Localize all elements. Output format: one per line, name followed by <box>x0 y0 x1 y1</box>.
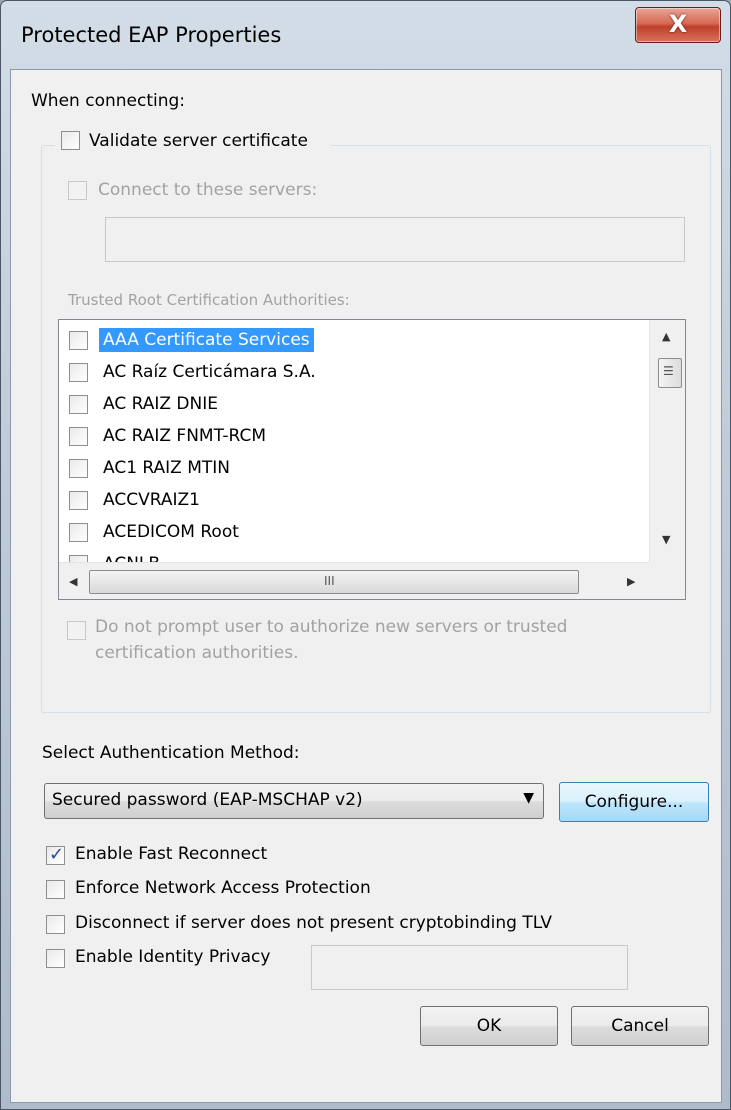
scroll-right-icon[interactable]: ▶ <box>627 575 635 588</box>
auth-method-select[interactable]: Secured password (EAP-MSCHAP v2) ▼ <box>44 783 544 819</box>
list-item-checkbox[interactable] <box>69 363 88 382</box>
list-item[interactable]: ACEDICOM Root <box>59 516 649 548</box>
horizontal-scroll-thumb[interactable]: III <box>89 570 579 594</box>
list-item-checkbox[interactable] <box>69 395 88 414</box>
ok-button[interactable]: OK <box>420 1006 558 1046</box>
list-item-label: ACEDICOM Root <box>103 522 239 542</box>
vertical-scrollbar[interactable]: ▲ ☰ ▼ <box>649 320 685 562</box>
list-item[interactable]: AC1 RAIZ MTIN <box>59 452 649 484</box>
nap-checkbox[interactable] <box>46 880 65 899</box>
identity-privacy-checkbox[interactable] <box>46 949 65 968</box>
list-item[interactable]: AC RAIZ FNMT-RCM <box>59 420 649 452</box>
no-prompt-label-line1: Do not prompt user to authorize new serv… <box>95 617 568 637</box>
list-item-checkbox[interactable] <box>69 427 88 446</box>
list-item-label: ACCVRAIZ1 <box>103 490 200 510</box>
grip-icon: III <box>324 574 335 588</box>
list-item-checkbox[interactable] <box>69 331 88 350</box>
connect-servers-checkbox[interactable] <box>68 181 87 200</box>
dialog-window: Protected EAP Properties X When connecti… <box>0 0 731 1110</box>
list-item-label: AC RAIZ DNIE <box>103 394 218 414</box>
no-prompt-label-line2: certification authorities. <box>95 643 299 663</box>
list-item-label: AC1 RAIZ MTIN <box>103 458 231 478</box>
grip-icon: ☰ <box>663 364 674 378</box>
list-item[interactable]: AC RAIZ DNIE <box>59 388 649 420</box>
validate-cert-label: Validate server certificate <box>89 131 308 151</box>
close-icon: X <box>668 10 688 38</box>
checkmark-icon: ✓ <box>49 844 65 865</box>
chevron-down-icon: ▼ <box>523 790 534 806</box>
list-item-label: AAA Certificate Services <box>99 328 314 352</box>
connect-servers-label: Connect to these servers: <box>98 180 318 200</box>
validate-cert-option[interactable]: Validate server certificate <box>55 127 331 157</box>
identity-privacy-label: Enable Identity Privacy <box>75 947 271 967</box>
nap-label: Enforce Network Access Protection <box>75 878 371 898</box>
cryptobinding-label: Disconnect if server does not present cr… <box>75 913 552 933</box>
validate-cert-checkbox[interactable] <box>61 131 80 150</box>
close-button[interactable]: X <box>635 7 721 43</box>
scroll-left-icon[interactable]: ◀ <box>69 575 77 588</box>
list-item-checkbox[interactable] <box>69 491 88 510</box>
list-item-label: AC Raíz Certicámara S.A. <box>103 362 316 382</box>
list-item-label: AC RAIZ FNMT-RCM <box>103 426 267 446</box>
connect-servers-input[interactable] <box>105 217 685 262</box>
list-item[interactable]: AAA Certificate Services <box>59 324 649 356</box>
horizontal-scrollbar[interactable]: ◀ III ▶ <box>59 562 649 599</box>
scroll-up-icon[interactable]: ▲ <box>662 330 670 343</box>
fast-reconnect-checkbox[interactable]: ✓ <box>46 844 65 865</box>
no-prompt-checkbox[interactable] <box>67 621 86 640</box>
trusted-root-label: Trusted Root Certification Authorities: <box>68 291 350 309</box>
window-title: Protected EAP Properties <box>21 23 282 47</box>
list-item-checkbox[interactable] <box>69 459 88 478</box>
list-item[interactable]: ACCVRAIZ1 <box>59 484 649 516</box>
scroll-down-icon[interactable]: ▼ <box>662 533 670 546</box>
auth-method-label: Select Authentication Method: <box>42 743 300 763</box>
configure-button[interactable]: Configure... <box>559 782 709 822</box>
when-connecting-label: When connecting: <box>31 91 186 111</box>
cancel-button[interactable]: Cancel <box>571 1006 709 1046</box>
list-item-checkbox[interactable] <box>69 523 88 542</box>
vertical-scroll-thumb[interactable]: ☰ <box>658 358 682 388</box>
dialog-client-area: When connecting: Validate server certifi… <box>10 69 722 1103</box>
cryptobinding-checkbox[interactable] <box>46 915 65 934</box>
scrollbar-corner <box>649 562 685 599</box>
title-bar[interactable]: Protected EAP Properties X <box>1 1 730 69</box>
list-item[interactable]: AC Raíz Certicámara S.A. <box>59 356 649 388</box>
trusted-root-list[interactable]: AAA Certificate Services AC Raíz Certicá… <box>58 319 686 600</box>
auth-method-value: Secured password (EAP-MSCHAP v2) <box>52 790 363 810</box>
identity-privacy-input[interactable] <box>311 945 628 990</box>
fast-reconnect-label: Enable Fast Reconnect <box>75 844 268 864</box>
